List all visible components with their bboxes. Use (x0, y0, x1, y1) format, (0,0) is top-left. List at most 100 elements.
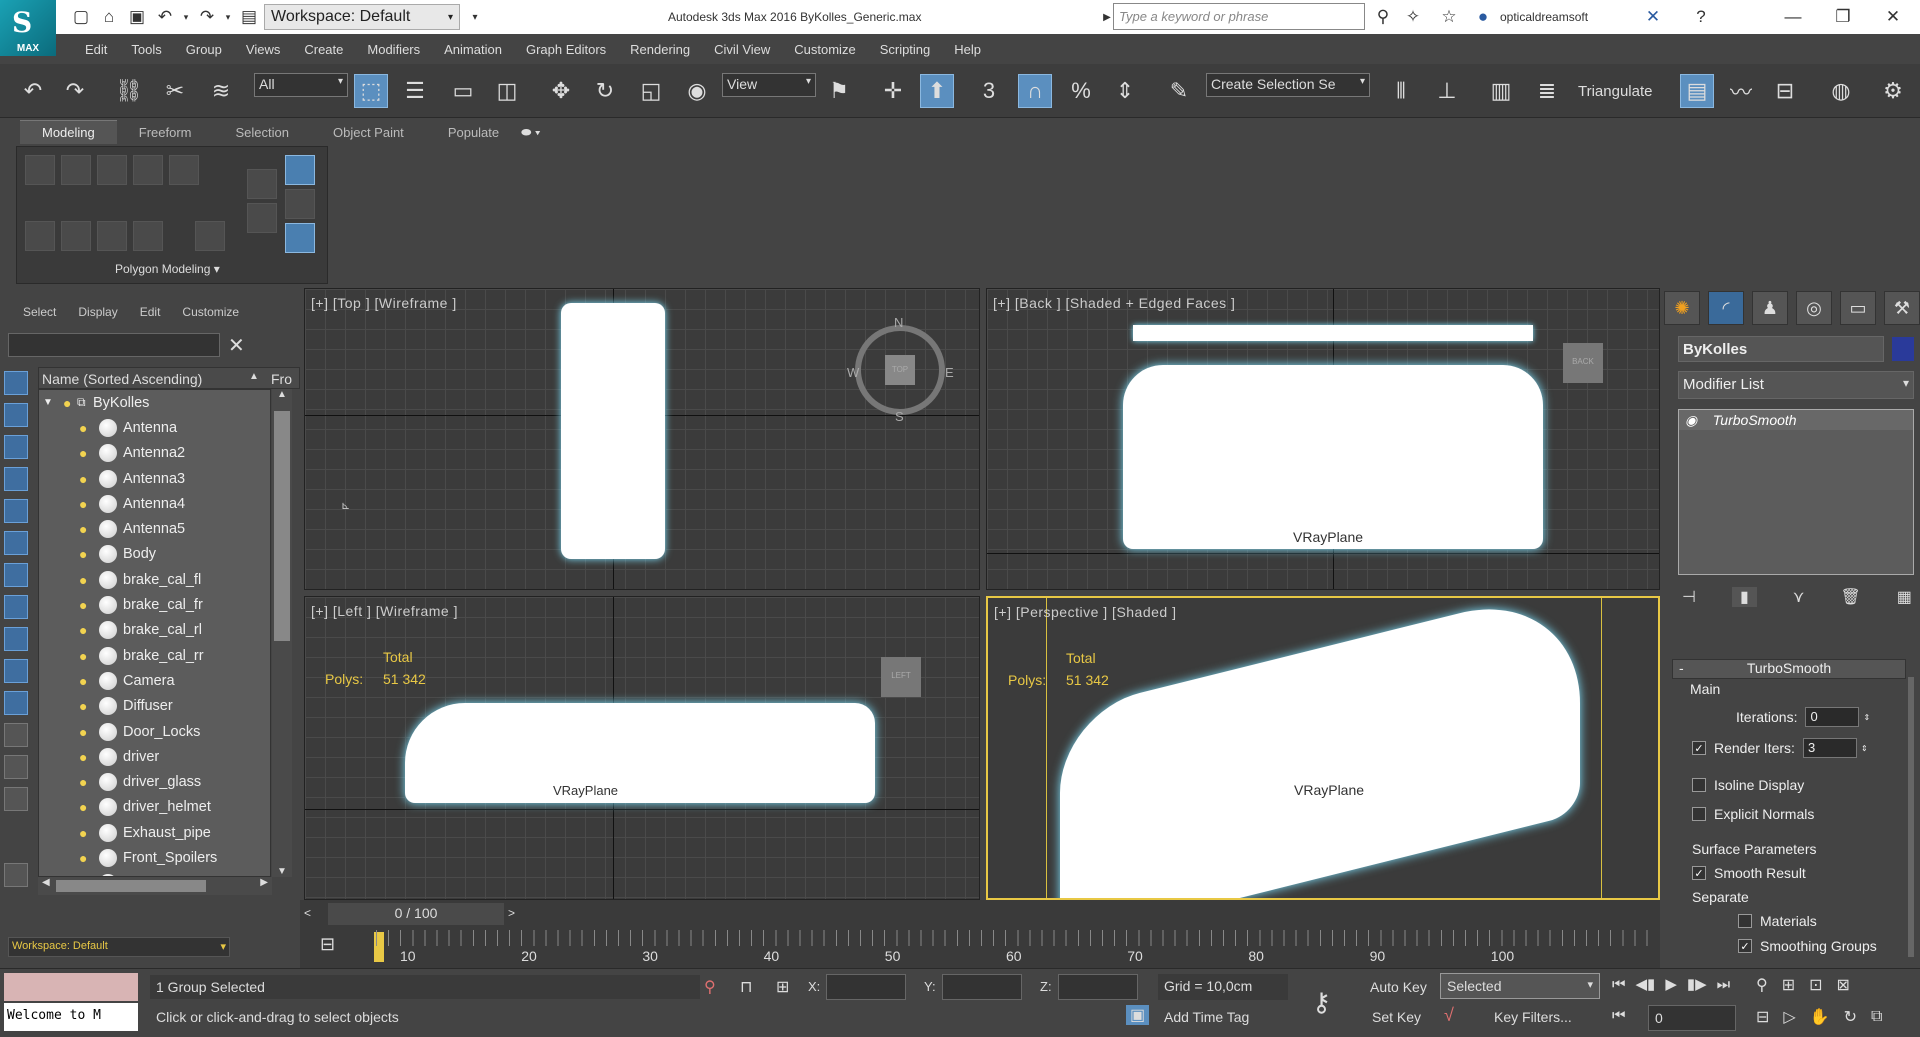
display-none-icon[interactable] (4, 371, 28, 395)
maxscript-mini-listener[interactable]: Welcome to M (4, 1003, 138, 1031)
keyboard-shortcut-override-icon[interactable]: ⬆ (920, 74, 954, 108)
scale-icon[interactable]: ◱ (634, 74, 668, 108)
time-tag-icon[interactable]: ▣ (1126, 1005, 1150, 1025)
list-item[interactable]: ● driver_helmet (39, 795, 270, 820)
move-icon[interactable]: ✥ (544, 74, 578, 108)
light-bulb-icon[interactable]: ● (79, 622, 93, 638)
open-file-icon[interactable]: ⌂ (96, 4, 122, 30)
list-item[interactable]: ● Antenna3 (39, 466, 270, 491)
explorer-tab-edit[interactable]: Edit (129, 305, 172, 319)
window-crossing-icon[interactable]: ◫ (490, 74, 524, 108)
display-hidden-icon[interactable] (4, 787, 28, 811)
hscroll-thumb[interactable] (56, 880, 206, 892)
menu-rendering[interactable]: Rendering (618, 42, 702, 57)
element-icon[interactable] (169, 155, 199, 185)
quick-slice-icon[interactable] (97, 221, 127, 251)
schematic-view-icon[interactable]: ⊟ (1768, 74, 1802, 108)
select-object-icon[interactable]: ⬚ (354, 74, 388, 108)
selection-lock-icon[interactable]: ⊓ (740, 977, 752, 997)
orbit-icon[interactable]: ↻ (1844, 1007, 1857, 1027)
configure-modifier-sets-icon[interactable]: ▦ (1897, 587, 1912, 607)
light-bulb-icon[interactable]: ● (79, 825, 93, 841)
display-groups-icon[interactable] (4, 627, 28, 651)
bind-to-space-warp-icon[interactable]: ≋ (204, 74, 238, 108)
light-bulb-icon[interactable]: ◉ (1685, 412, 1697, 428)
go-to-end-icon[interactable]: ⏭ (1717, 976, 1731, 993)
hierarchy-tab-icon[interactable]: ♟ (1752, 291, 1788, 325)
menu-customize[interactable]: Customize (782, 42, 867, 57)
scroll-down-icon[interactable]: ▼ (272, 866, 292, 877)
list-item[interactable]: ● brake_cal_fr (39, 592, 270, 617)
spinner-arrows-icon[interactable]: ⇕ (1863, 713, 1870, 722)
scroll-thumb[interactable] (274, 411, 290, 641)
collapse-arrow-icon[interactable]: ▼ (39, 397, 53, 408)
search-input[interactable]: Type a keyword or phrase (1113, 3, 1365, 30)
ribbon-toggle-icon[interactable]: ≣ (1530, 74, 1564, 108)
tab-selection[interactable]: Selection (214, 121, 311, 144)
edit-named-selections-icon[interactable]: ✎ (1162, 74, 1196, 108)
explorer-tab-select[interactable]: Select (12, 305, 67, 319)
list-item[interactable]: ● driver_glass (39, 769, 270, 794)
triangulate-label[interactable]: Triangulate (1578, 83, 1653, 100)
redo-icon[interactable]: ↷ (58, 74, 92, 108)
menu-edit[interactable]: Edit (73, 42, 119, 57)
curve-editor-icon[interactable]: 〰 (1724, 74, 1758, 108)
render-setup-icon[interactable]: ⚙ (1876, 74, 1910, 108)
list-item[interactable]: ● Door_Locks (39, 719, 270, 744)
track-bar[interactable]: ⊟ 10 20 30 40 50 60 70 80 90 100 (300, 930, 1660, 968)
tab-freeform[interactable]: Freeform (117, 121, 214, 144)
object-color-swatch[interactable] (1892, 337, 1914, 361)
make-unique-icon[interactable]: ⋎ (1793, 587, 1805, 607)
menu-help[interactable]: Help (942, 42, 993, 57)
isolate-selection-icon[interactable]: ⚲ (704, 977, 716, 997)
explorer-tab-customize[interactable]: Customize (171, 305, 250, 319)
tab-populate[interactable]: Populate (426, 121, 521, 144)
border-icon[interactable] (97, 155, 127, 185)
horizontal-scrollbar[interactable]: ◀ ▶ (38, 877, 272, 895)
tree-root[interactable]: ▼ ● ⧉ ByKolles (39, 390, 270, 415)
display-helpers-icon[interactable] (4, 563, 28, 587)
menu-modifiers[interactable]: Modifiers (355, 42, 432, 57)
project-folder-icon[interactable]: ▤ (236, 4, 262, 30)
rotate-icon[interactable]: ↻ (588, 74, 622, 108)
display-lights-icon[interactable] (4, 499, 28, 523)
snaps-toggle-icon[interactable]: 3 (972, 74, 1006, 108)
create-tab-icon[interactable]: ✺ (1664, 291, 1700, 325)
explicit-normals-checkbox[interactable] (1692, 807, 1706, 821)
angle-snap-icon[interactable]: ∩ (1018, 74, 1052, 108)
viewport-label-back[interactable]: [+] [Back ] [Shaded + Edged Faces ] (993, 295, 1235, 311)
select-by-name-icon[interactable]: ☰ (398, 74, 432, 108)
help-icon[interactable]: ? (1688, 4, 1714, 30)
exchange-apps-icon[interactable]: ✕ (1640, 4, 1666, 30)
menu-scripting[interactable]: Scripting (868, 42, 943, 57)
edge-icon[interactable] (61, 155, 91, 185)
display-all-icon[interactable] (4, 403, 28, 427)
clear-search-icon[interactable]: ✕ (228, 333, 245, 358)
select-and-link-icon[interactable]: ⛓ (112, 74, 146, 108)
menu-create[interactable]: Create (292, 42, 355, 57)
display-bones-icon[interactable] (4, 691, 28, 715)
time-slider-thumb[interactable]: 0 / 100 (328, 903, 504, 925)
display-spacewarps-icon[interactable] (4, 595, 28, 619)
object-name-field[interactable]: ByKolles (1678, 336, 1884, 362)
zoom-all-icon[interactable]: ⊞ (1782, 975, 1795, 995)
display-frozen-icon[interactable] (4, 755, 28, 779)
mirror-icon[interactable]: ⫴ (1384, 74, 1418, 108)
redo-icon[interactable]: ↷ (194, 4, 220, 30)
column-header-name[interactable]: Name (Sorted Ascending) (42, 371, 202, 387)
undo-dropdown-icon[interactable]: ▾ (180, 4, 192, 30)
absolute-mode-icon[interactable]: ⊞ (776, 977, 789, 997)
vertical-scrollbar[interactable]: ▲ ▼ (272, 389, 292, 877)
z-coordinate-field[interactable] (1058, 974, 1138, 1000)
vertex-icon[interactable] (25, 155, 55, 185)
go-to-start-icon[interactable]: ⏮ (1612, 976, 1626, 993)
list-item[interactable]: ● brake_cal_fl (39, 567, 270, 592)
add-time-tag-button[interactable]: Add Time Tag (1158, 1005, 1288, 1031)
turbosmooth-rollout-header[interactable]: - TurboSmooth (1672, 659, 1906, 679)
light-bulb-icon[interactable]: ● (63, 395, 77, 411)
polygon-modeling-label[interactable]: Polygon Modeling ▾ (115, 262, 220, 276)
menu-animation[interactable]: Animation (432, 42, 514, 57)
list-item[interactable]: ● Antenna2 (39, 441, 270, 466)
minimize-icon[interactable]: — (1780, 4, 1806, 30)
list-item[interactable]: ● Antenna5 (39, 516, 270, 541)
